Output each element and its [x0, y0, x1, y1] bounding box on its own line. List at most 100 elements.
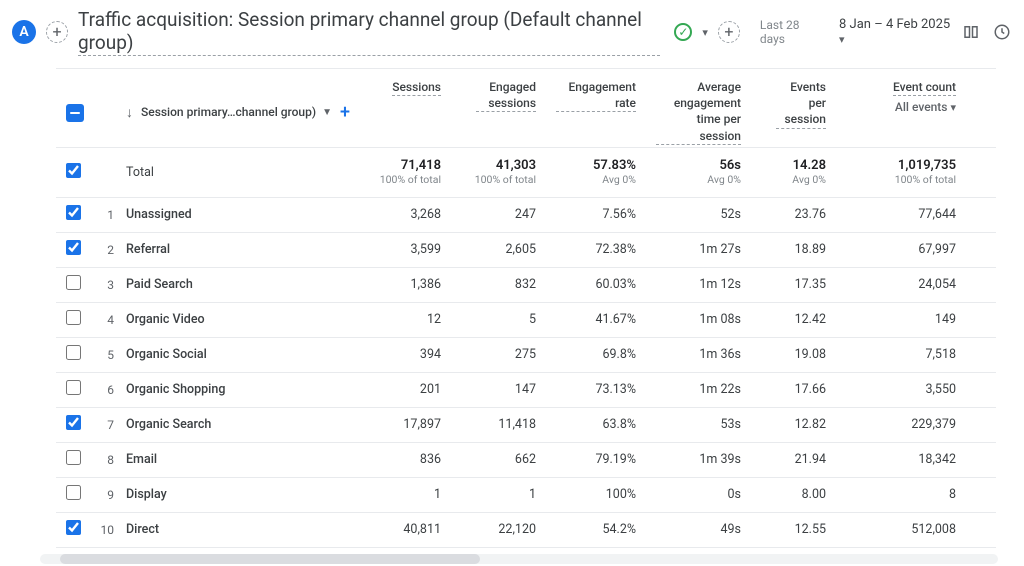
table-row[interactable]: 2Referral3,5992,60572.38%1m 27s18.8967,9… — [56, 232, 996, 267]
cell-engaged: 247 — [451, 197, 546, 232]
add-dimension-button[interactable]: + — [340, 102, 350, 123]
cell-time: 53s — [646, 407, 751, 442]
row-checkbox[interactable] — [66, 485, 81, 500]
cell-sessions: 836 — [356, 442, 451, 477]
cell-key: 0. — [966, 477, 996, 512]
cell-rate: 69.8% — [546, 337, 646, 372]
add-comparison-button[interactable]: + — [718, 21, 740, 43]
table-row[interactable]: 3Paid Search1,38683260.03%1m 12s17.3524,… — [56, 267, 996, 302]
col-avg-engagement-time[interactable]: Average engagement time per session — [646, 69, 751, 147]
cell-count: 7,518 — [836, 337, 966, 372]
chevron-down-icon[interactable]: ▾ — [702, 26, 708, 39]
row-name[interactable]: Organic Social — [116, 337, 356, 372]
chevron-down-icon[interactable]: ▼ — [322, 107, 332, 118]
cell-engaged: 275 — [451, 337, 546, 372]
table-row[interactable]: 1Unassigned3,2682477.56%52s23.7677,6442,… — [56, 197, 996, 232]
cell-sessions: 1 — [356, 477, 451, 512]
cell-rate: 100% — [546, 477, 646, 512]
sort-arrow-icon[interactable]: ↓ — [126, 104, 133, 121]
cell-time: 1m 08s — [646, 302, 751, 337]
col-engaged-sessions[interactable]: Engaged sessions — [451, 69, 546, 147]
row-name[interactable]: Organic Video — [116, 302, 356, 337]
cell-time: 1m 22s — [646, 372, 751, 407]
total-label: Total — [116, 147, 356, 197]
cell-eps: 17.66 — [751, 372, 836, 407]
row-index: 7 — [90, 407, 116, 442]
chevron-down-icon[interactable]: ▾ — [950, 101, 956, 114]
row-name[interactable]: Direct — [116, 512, 356, 547]
row-name[interactable]: Organic Search — [116, 407, 356, 442]
avatar[interactable]: A — [12, 20, 36, 44]
row-name[interactable]: Organic Shopping — [116, 372, 356, 407]
cell-rate: 73.13% — [546, 372, 646, 407]
cell-rate: 72.38% — [546, 232, 646, 267]
cell-sessions: 201 — [356, 372, 451, 407]
row-checkbox[interactable] — [66, 345, 81, 360]
cell-eps: 17.35 — [751, 267, 836, 302]
status-check-icon[interactable]: ✓ — [674, 23, 692, 41]
row-checkbox[interactable] — [66, 415, 81, 430]
table-row[interactable]: 5Organic Social39427569.8%1m 36s19.087,5… — [56, 337, 996, 372]
row-name[interactable]: Unassigned — [116, 197, 356, 232]
cell-key: 653. — [966, 337, 996, 372]
row-checkbox[interactable] — [66, 380, 81, 395]
cell-eps: 21.94 — [751, 442, 836, 477]
cell-rate: 63.8% — [546, 407, 646, 442]
cell-time: 49s — [646, 512, 751, 547]
col-events-per-session[interactable]: Events per session — [751, 69, 836, 147]
select-all-toggle[interactable] — [66, 104, 84, 122]
data-table-panel: ↓ Session primary…channel group) ▼ + Ses… — [56, 68, 996, 548]
row-index: 1 — [90, 197, 116, 232]
report-title[interactable]: Traffic acquisition: Session primary cha… — [78, 8, 660, 56]
cell-engaged: 832 — [451, 267, 546, 302]
cell-count: 3,550 — [836, 372, 966, 407]
cell-engaged: 2,605 — [451, 232, 546, 267]
row-index: 4 — [90, 302, 116, 337]
col-sessions[interactable]: Sessions — [356, 69, 451, 147]
row-index: 9 — [90, 477, 116, 512]
cell-rate: 79.19% — [546, 442, 646, 477]
cell-eps: 12.82 — [751, 407, 836, 442]
insights-icon[interactable] — [991, 21, 1012, 43]
cell-count: 77,644 — [836, 197, 966, 232]
cell-time: 1m 27s — [646, 232, 751, 267]
date-range-value[interactable]: 8 Jan – 4 Feb 2025 ▾ — [839, 17, 951, 47]
row-checkbox[interactable] — [66, 163, 81, 178]
compare-icon[interactable] — [961, 21, 982, 43]
row-checkbox[interactable] — [66, 310, 81, 325]
horizontal-scrollbar[interactable] — [40, 554, 998, 564]
table-row[interactable]: 7Organic Search17,89711,41863.8%53s12.82… — [56, 407, 996, 442]
row-checkbox[interactable] — [66, 205, 81, 220]
table-row[interactable]: 10Direct40,81122,12054.2%49s12.55512,008… — [56, 512, 996, 547]
row-name[interactable]: Referral — [116, 232, 356, 267]
cell-key: 1,912. — [966, 442, 996, 477]
dimension-selector[interactable]: Session primary…channel group) — [141, 105, 316, 120]
cell-count: 229,379 — [836, 407, 966, 442]
cell-engaged: 11,418 — [451, 407, 546, 442]
row-checkbox[interactable] — [66, 520, 81, 535]
cell-eps: 23.76 — [751, 197, 836, 232]
table-row[interactable]: 4Organic Video12541.67%1m 08s12.421495. — [56, 302, 996, 337]
cell-rate: 60.03% — [546, 267, 646, 302]
row-name[interactable]: Paid Search — [116, 267, 356, 302]
table-row[interactable]: 8Email83666279.19%1m 39s21.9418,3421,912… — [56, 442, 996, 477]
cell-sessions: 40,811 — [356, 512, 451, 547]
table-row[interactable]: 9Display11100%0s8.0080. — [56, 477, 996, 512]
row-checkbox[interactable] — [66, 450, 81, 465]
cell-time: 1m 36s — [646, 337, 751, 372]
cell-time: 52s — [646, 197, 751, 232]
cell-eps: 12.55 — [751, 512, 836, 547]
col-engagement-rate[interactable]: Engagement rate — [546, 69, 646, 147]
add-segment-button[interactable]: + — [46, 21, 68, 43]
row-checkbox[interactable] — [66, 240, 81, 255]
cell-sessions: 3,599 — [356, 232, 451, 267]
row-name[interactable]: Display — [116, 477, 356, 512]
col-event-count[interactable]: Event countAll events ▾ — [836, 69, 966, 147]
row-index: 8 — [90, 442, 116, 477]
table-row[interactable]: 6Organic Shopping20114773.13%1m 22s17.66… — [56, 372, 996, 407]
total-row: Total71,418100% of total41,303100% of to… — [56, 147, 996, 197]
row-checkbox[interactable] — [66, 275, 81, 290]
row-name[interactable]: Email — [116, 442, 356, 477]
cell-count: 18,342 — [836, 442, 966, 477]
col-key-events[interactable]: Key eventsAll events ▾ — [966, 69, 996, 147]
